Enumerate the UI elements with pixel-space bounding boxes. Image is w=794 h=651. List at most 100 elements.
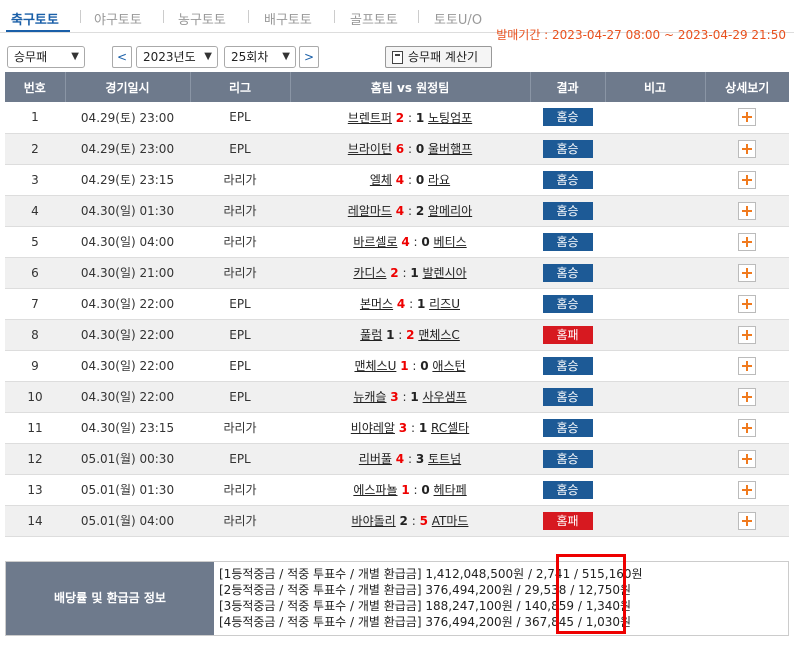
calculator-button[interactable]: 승무패 계산기 [385,46,492,68]
year-value: 2023년도 [143,50,196,64]
calculator-icon [392,51,403,64]
home-score: 6 [395,142,405,156]
away-score: 0 [415,173,425,187]
plus-icon[interactable] [738,418,756,437]
row-match: 카디스 2 : 1 발렌시아 [290,257,530,289]
plus-icon[interactable] [738,294,756,313]
home-team-link[interactable]: 브라이턴 [348,142,392,156]
away-score: 1 [416,297,426,311]
home-team-link[interactable]: 뉴캐슬 [353,390,386,404]
row-note [605,195,705,227]
plus-icon[interactable] [738,263,756,282]
row-note [605,133,705,165]
away-team-link[interactable]: 애스턴 [432,359,465,373]
home-team-link[interactable]: 에스파뇰 [353,483,397,497]
plus-icon[interactable] [738,170,756,189]
game-type-value: 승무패 [14,50,48,64]
home-score: 1 [400,359,409,373]
row-result: 홈승 [530,164,605,196]
away-score: 1 [415,110,425,125]
table-row: 6 04.30(일) 21:00 라리가 카디스 2 : 1 발렌시아 홈승 [5,257,789,289]
row-detail [705,319,789,351]
row-number: 12 [5,443,65,475]
row-note [605,381,705,413]
row-match: 브렌트퍼 2 : 1 노팅엄포 [290,102,530,134]
away-team-link[interactable]: 사우샘프 [423,390,467,404]
row-league: 라리가 [190,474,290,506]
away-team-link[interactable]: 라요 [428,173,450,187]
plus-icon[interactable] [738,201,756,220]
away-team-link[interactable]: 베티스 [434,235,467,249]
table-row: 2 04.29(토) 23:00 EPL 브라이턴 6 : 0 울버햄프 홈승 [5,133,789,165]
prev-round-button[interactable]: < [112,46,132,68]
next-round-button[interactable]: > [299,46,319,68]
away-team-link[interactable]: RC셀타 [431,421,469,435]
plus-icon[interactable] [738,325,756,344]
row-datetime: 04.30(일) 21:00 [65,257,190,289]
row-note [605,102,705,134]
results-table: 번호 경기일시 리그 홈팀 vs 원정팀 결과 비고 상세보기 1 04.29(토… [5,72,789,537]
tab-golf-toto[interactable]: 골프토토 [350,9,398,28]
chevron-down-icon: ▼ [204,51,212,62]
away-team-link[interactable]: 노팅엄포 [428,111,472,125]
row-result: 홈승 [530,102,605,134]
away-team-link[interactable]: 알메리아 [428,204,472,218]
home-team-link[interactable]: 풀럼 [360,328,382,342]
row-detail [705,443,789,475]
away-score: 1 [418,421,428,435]
row-note [605,319,705,351]
score-separator: : [394,328,407,342]
row-number: 13 [5,474,65,506]
result-badge: 홈승 [542,139,593,158]
row-result: 홈승 [530,257,605,289]
home-team-link[interactable]: 본머스 [360,297,393,311]
tab-divider [334,10,335,23]
away-score: 0 [415,142,425,156]
score-separator: : [404,142,416,156]
away-team-link[interactable]: AT마드 [432,514,469,528]
away-score: 0 [420,359,429,373]
tab-soccer-toto[interactable]: 축구토토 [11,9,59,28]
year-select[interactable]: 2023년도 ▼ [136,46,218,68]
away-team-link[interactable]: 발렌시아 [423,266,467,280]
row-match: 리버풀 4 : 3 토트넘 [290,443,530,475]
row-detail [705,505,789,537]
tab-divider [248,10,249,23]
row-result: 홈승 [530,195,605,227]
row-result: 홈승 [530,381,605,413]
row-match: 비야레알 3 : 1 RC셀타 [290,412,530,444]
away-team-link[interactable]: 울버햄프 [428,142,472,156]
result-badge: 홈승 [542,480,593,499]
row-league: EPL [190,443,290,475]
tab-toto-uo[interactable]: 토토U/O [434,9,482,28]
home-team-link[interactable]: 엘체 [370,173,392,187]
plus-icon[interactable] [738,139,756,158]
plus-icon[interactable] [738,356,756,375]
round-select[interactable]: 25회차 ▼ [224,46,296,68]
home-team-link[interactable]: 리버풀 [359,452,392,466]
home-team-link[interactable]: 바야돌리 [352,514,396,528]
home-score: 4 [395,452,405,466]
home-team-link[interactable]: 바르셀로 [353,235,397,249]
home-team-link[interactable]: 맨체스U [354,359,396,373]
home-team-link[interactable]: 카디스 [353,266,386,280]
home-team-link[interactable]: 레알마드 [348,204,392,218]
away-team-link[interactable]: 토트넘 [428,452,461,466]
home-team-link[interactable]: 비야레알 [351,421,395,435]
game-type-select[interactable]: 승무패 ▼ [7,46,85,68]
tab-volleyball-toto[interactable]: 배구토토 [264,9,312,28]
row-datetime: 04.30(일) 04:00 [65,226,190,258]
home-team-link[interactable]: 브렌트퍼 [348,111,392,125]
tab-baseball-toto[interactable]: 야구토토 [94,9,142,28]
tab-basketball-toto[interactable]: 농구토토 [178,9,226,28]
plus-icon[interactable] [738,387,756,406]
tab-divider [418,10,419,23]
plus-icon[interactable] [738,449,756,468]
plus-icon[interactable] [738,108,756,127]
away-team-link[interactable]: 리즈U [429,297,460,311]
away-team-link[interactable]: 맨체스C [418,328,460,342]
plus-icon[interactable] [738,511,756,530]
plus-icon[interactable] [738,480,756,499]
plus-icon[interactable] [738,232,756,251]
away-team-link[interactable]: 헤타페 [434,483,467,497]
